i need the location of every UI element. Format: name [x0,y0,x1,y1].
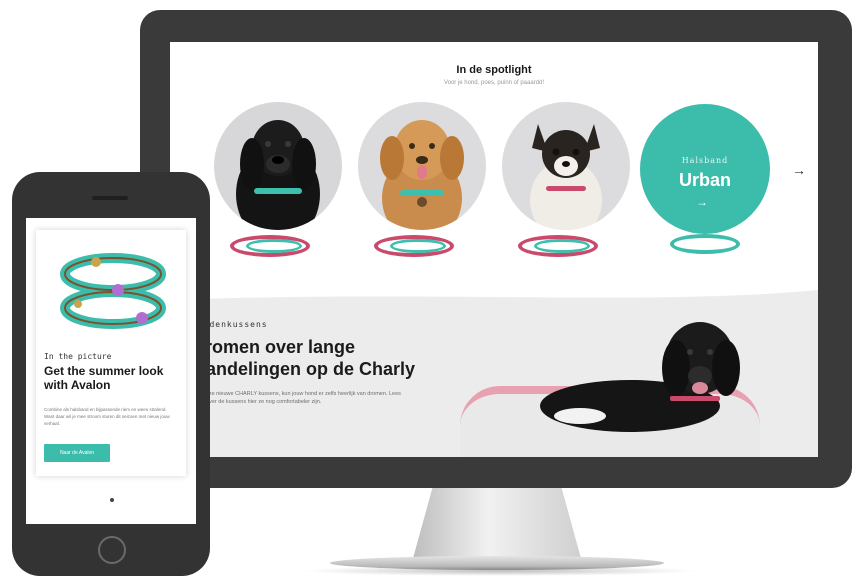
dog-photo-1 [214,102,342,230]
leash-teal-1 [246,239,302,253]
phone-promo-title: Get the summer look with Avalon [44,364,164,392]
carousel-dot[interactable] [110,498,114,502]
phone-home-button[interactable] [98,536,126,564]
product-card-dog-2[interactable] [352,97,492,267]
phone-promo-button[interactable]: Naar de Avalon [44,444,110,462]
featured-collection-title[interactable]: Urban [640,170,770,191]
promo-description: Met onze nieuwe CHARLY kussens, kun jouw… [192,391,401,405]
carousel-next-icon[interactable]: → [792,162,806,178]
phone-promo-text: Combine als halsband en bijpassende riem… [44,407,170,426]
dog-photo-3 [502,102,630,230]
mobile-phone: In the picture Get the summer look with … [12,172,210,576]
monitor-shadow [300,566,700,576]
dog-photo-2 [358,102,486,230]
featured-collection-circle[interactable] [640,104,770,234]
collar-product-image [60,253,166,329]
product-card-dog-1[interactable] [208,97,348,267]
desktop-screen: In de spotlight Voor je hond, poes, puin… [170,42,818,457]
product-card-dog-3[interactable] [496,97,636,267]
spotlight-title: In de spotlight [456,64,532,76]
leash-teal-featured [670,234,740,254]
phone-promo-card: In the picture Get the summer look with … [36,230,186,476]
leash-teal-3 [534,239,590,253]
leash-teal-2 [390,239,446,253]
desktop-monitor: In de spotlight Voor je hond, poes, puin… [140,10,852,488]
spotlight-subtitle: Voor je hond, poes, puinn of paaardd! [443,80,545,86]
featured-collection-kicker: Halsband [681,156,729,165]
promo-title[interactable]: Dromen over lange wandelingen op de Char… [192,336,432,380]
phone-promo-label: In the picture [44,352,112,361]
dog-on-cushion-image [540,322,740,432]
monitor-stand-neck [412,488,582,562]
promo-banner: Hondenkussens Dromen over lange wandelin… [170,286,818,457]
phone-speaker [92,196,128,200]
arrow-right-icon[interactable]: → [696,195,708,209]
phone-screen: In the picture Get the summer look with … [26,218,196,524]
